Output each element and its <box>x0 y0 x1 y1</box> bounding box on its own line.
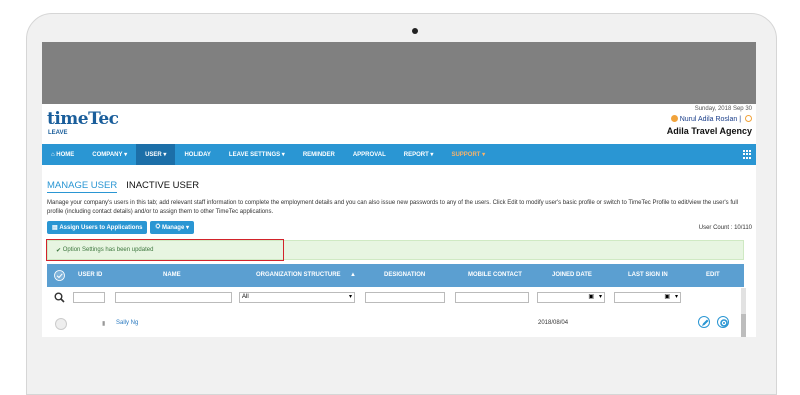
logo-sub-text: LEAVE <box>48 130 68 136</box>
screen: timeTec LEAVE Sunday, 2018 Sep 30 Nurul … <box>42 42 756 337</box>
col-joined-date[interactable]: JOINED DATE <box>552 264 592 287</box>
current-date: Sunday, 2018 Sep 30 <box>694 106 752 112</box>
user-name-link[interactable]: Sally Ng <box>116 320 138 326</box>
table-row: ▮ Sally Ng 2018/08/04 <box>47 314 744 334</box>
calendar-icon[interactable]: ▣ <box>664 293 670 302</box>
col-edit: EDIT <box>706 272 720 278</box>
tab-manage-user[interactable]: MANAGE USER <box>47 180 118 193</box>
edit-pencil-icon[interactable] <box>698 316 710 328</box>
dropdown-icon: ▾ <box>348 294 352 300</box>
filter-row: All ▾ ▣ ▾ ▣ ▾ <box>47 288 744 308</box>
designation-filter[interactable] <box>365 292 445 303</box>
page-description: Manage your company's users in this tab;… <box>47 200 738 215</box>
col-name[interactable]: NAME <box>163 264 181 287</box>
manage-button[interactable]: ⛭ Manage ▾ <box>150 221 194 234</box>
table-scrollbar[interactable] <box>741 288 746 337</box>
laptop-bezel-bottom <box>42 337 756 382</box>
joined-date: 2018/08/04 <box>538 320 569 326</box>
nav-approval[interactable]: APPROVAL <box>344 144 395 165</box>
assign-users-button[interactable]: ▤ Assign Users to Applications <box>47 221 148 234</box>
joined-date-filter[interactable]: ▣ ▾ <box>537 292 605 303</box>
table-header: USER ID NAME ORGANIZATION STRUCTURE ▲ DE… <box>47 264 744 287</box>
chevron-down-icon: ▾ <box>598 294 602 300</box>
nav-user[interactable]: USER ▾ <box>136 144 176 165</box>
col-user-id[interactable]: USER ID <box>78 264 102 287</box>
power-icon[interactable] <box>745 115 752 122</box>
logo-text: timeTec <box>47 109 119 129</box>
col-last-sign-in[interactable]: LAST SIGN IN <box>628 264 668 287</box>
app-window: timeTec LEAVE Sunday, 2018 Sep 30 Nurul … <box>42 104 756 337</box>
company-name: Adila Travel Agency <box>666 126 752 136</box>
nav-support[interactable]: SUPPORT ▾ <box>442 144 494 165</box>
timetec-logo: timeTec LEAVE <box>47 109 127 136</box>
row-checkbox[interactable] <box>55 318 67 330</box>
header-user-panel: Sunday, 2018 Sep 30 Nurul Adila Roslan |… <box>667 106 752 136</box>
nav-leave-settings[interactable]: LEAVE SETTINGS ▾ <box>220 144 294 165</box>
main-nav: ⌂ HOME COMPANY ▾ USER ▾ HOLIDAY LEAVE SE… <box>42 144 756 165</box>
name-filter[interactable] <box>115 292 232 303</box>
select-all-checkbox[interactable] <box>54 270 65 281</box>
user-name[interactable]: Nurul Adila Roslan <box>680 116 738 123</box>
col-org-structure[interactable]: ORGANIZATION STRUCTURE <box>256 264 341 287</box>
scrollbar-thumb[interactable] <box>741 314 746 337</box>
app-header: timeTec LEAVE Sunday, 2018 Sep 30 Nurul … <box>42 104 756 144</box>
toolbar: ▤ Assign Users to Applications ⛭ Manage … <box>47 221 194 234</box>
chevron-down-icon: ▾ <box>674 294 678 300</box>
user-icon <box>670 115 678 122</box>
last-sign-in-filter[interactable]: ▣ ▾ <box>614 292 681 303</box>
mobile-filter[interactable] <box>455 292 529 303</box>
camera-icon <box>412 28 418 34</box>
org-filter-value: All <box>242 294 249 300</box>
user-status-icon: ▮ <box>102 321 106 327</box>
calendar-icon[interactable]: ▣ <box>588 293 594 302</box>
user-id-filter[interactable] <box>73 292 105 303</box>
nav-report[interactable]: REPORT ▾ <box>395 144 443 165</box>
org-structure-select[interactable]: All ▾ <box>239 292 355 303</box>
nav-holiday[interactable]: HOLIDAY <box>175 144 219 165</box>
highlight-box <box>46 239 284 261</box>
settings-gear-icon[interactable] <box>717 316 729 328</box>
nav-home[interactable]: ⌂ HOME <box>42 144 83 165</box>
apps-grid-icon[interactable] <box>743 150 753 159</box>
user-info[interactable]: Nurul Adila Roslan | <box>667 115 752 123</box>
user-tabs: MANAGE USER INACTIVE USER <box>47 180 199 193</box>
user-count: User Count : 10/110 <box>698 225 752 231</box>
nav-company[interactable]: COMPANY ▾ <box>83 144 136 165</box>
sort-icon[interactable]: ▲ <box>350 264 356 287</box>
tab-inactive-user[interactable]: INACTIVE USER <box>126 180 199 193</box>
col-mobile-contact[interactable]: MOBILE CONTACT <box>468 264 522 287</box>
search-icon <box>54 292 65 303</box>
col-designation[interactable]: DESIGNATION <box>384 264 425 287</box>
nav-reminder[interactable]: REMINDER <box>294 144 344 165</box>
